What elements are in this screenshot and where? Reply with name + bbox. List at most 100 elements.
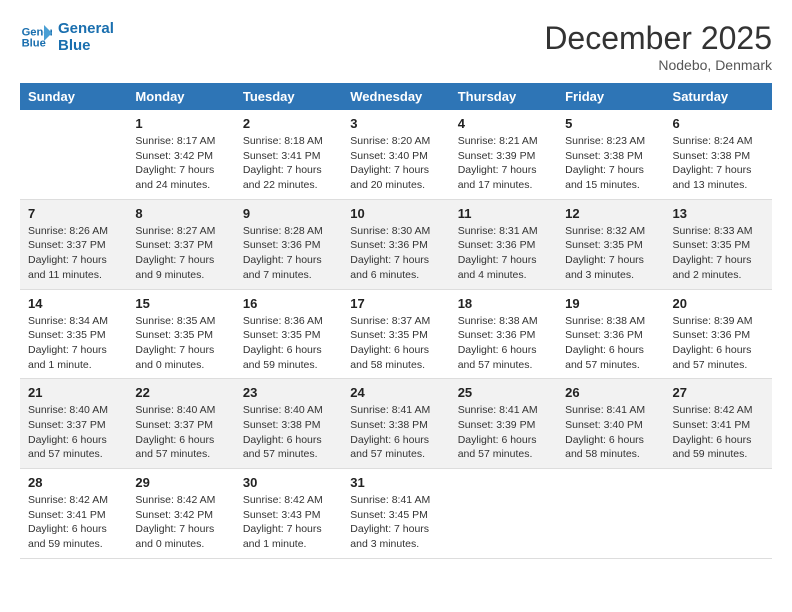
calendar-cell: 31 Sunrise: 8:41 AM Sunset: 3:45 PM Dayli… — [342, 469, 449, 559]
calendar-cell: 12 Sunrise: 8:32 AM Sunset: 3:35 PM Dayli… — [557, 199, 664, 289]
calendar-cell — [20, 110, 127, 199]
calendar-cell: 28 Sunrise: 8:42 AM Sunset: 3:41 PM Dayli… — [20, 469, 127, 559]
day-number: 22 — [135, 385, 226, 400]
weekday-header-monday: Monday — [127, 83, 234, 110]
day-number: 29 — [135, 475, 226, 490]
calendar-cell: 25 Sunrise: 8:41 AM Sunset: 3:39 PM Dayli… — [450, 379, 557, 469]
calendar-week-row: 14 Sunrise: 8:34 AM Sunset: 3:35 PM Dayli… — [20, 289, 772, 379]
day-info: Sunrise: 8:33 AM Sunset: 3:35 PM Dayligh… — [673, 224, 764, 283]
calendar-cell: 3 Sunrise: 8:20 AM Sunset: 3:40 PM Daylig… — [342, 110, 449, 199]
day-number: 5 — [565, 116, 656, 131]
day-number: 3 — [350, 116, 441, 131]
logo-icon: General Blue — [20, 21, 52, 53]
day-number: 7 — [28, 206, 119, 221]
weekday-header-sunday: Sunday — [20, 83, 127, 110]
day-number: 15 — [135, 296, 226, 311]
day-number: 10 — [350, 206, 441, 221]
month-title: December 2025 — [544, 20, 772, 57]
calendar-cell: 15 Sunrise: 8:35 AM Sunset: 3:35 PM Dayli… — [127, 289, 234, 379]
logo: General Blue General Blue — [20, 20, 114, 54]
day-number: 12 — [565, 206, 656, 221]
calendar-week-row: 28 Sunrise: 8:42 AM Sunset: 3:41 PM Dayli… — [20, 469, 772, 559]
day-number: 9 — [243, 206, 334, 221]
day-number: 25 — [458, 385, 549, 400]
day-info: Sunrise: 8:40 AM Sunset: 3:37 PM Dayligh… — [135, 403, 226, 462]
day-number: 8 — [135, 206, 226, 221]
weekday-header-wednesday: Wednesday — [342, 83, 449, 110]
day-info: Sunrise: 8:21 AM Sunset: 3:39 PM Dayligh… — [458, 134, 549, 193]
calendar-week-row: 7 Sunrise: 8:26 AM Sunset: 3:37 PM Daylig… — [20, 199, 772, 289]
calendar-cell: 9 Sunrise: 8:28 AM Sunset: 3:36 PM Daylig… — [235, 199, 342, 289]
day-info: Sunrise: 8:31 AM Sunset: 3:36 PM Dayligh… — [458, 224, 549, 283]
weekday-header-tuesday: Tuesday — [235, 83, 342, 110]
day-info: Sunrise: 8:42 AM Sunset: 3:41 PM Dayligh… — [28, 493, 119, 552]
calendar-cell: 29 Sunrise: 8:42 AM Sunset: 3:42 PM Dayli… — [127, 469, 234, 559]
calendar-cell: 4 Sunrise: 8:21 AM Sunset: 3:39 PM Daylig… — [450, 110, 557, 199]
day-number: 13 — [673, 206, 764, 221]
title-block: December 2025 Nodebo, Denmark — [544, 20, 772, 73]
weekday-header-friday: Friday — [557, 83, 664, 110]
calendar-cell: 19Sunrise: 8:38 AM Sunset: 3:36 PM Dayli… — [557, 289, 664, 379]
calendar-cell: 14 Sunrise: 8:34 AM Sunset: 3:35 PM Dayli… — [20, 289, 127, 379]
day-number: 1 — [135, 116, 226, 131]
calendar-week-row: 21 Sunrise: 8:40 AM Sunset: 3:37 PM Dayli… — [20, 379, 772, 469]
calendar-cell: 1Sunrise: 8:17 AM Sunset: 3:42 PM Daylig… — [127, 110, 234, 199]
day-number: 6 — [673, 116, 764, 131]
calendar-cell: 24Sunrise: 8:41 AM Sunset: 3:38 PM Dayli… — [342, 379, 449, 469]
calendar-cell: 27Sunrise: 8:42 AM Sunset: 3:41 PM Dayli… — [665, 379, 772, 469]
day-number: 11 — [458, 206, 549, 221]
calendar-cell: 16Sunrise: 8:36 AM Sunset: 3:35 PM Dayli… — [235, 289, 342, 379]
day-info: Sunrise: 8:41 AM Sunset: 3:38 PM Dayligh… — [350, 403, 441, 462]
location: Nodebo, Denmark — [544, 57, 772, 73]
calendar-header-row: SundayMondayTuesdayWednesdayThursdayFrid… — [20, 83, 772, 110]
day-info: Sunrise: 8:26 AM Sunset: 3:37 PM Dayligh… — [28, 224, 119, 283]
day-info: Sunrise: 8:38 AM Sunset: 3:36 PM Dayligh… — [458, 314, 549, 373]
day-number: 18 — [458, 296, 549, 311]
day-info: Sunrise: 8:41 AM Sunset: 3:39 PM Dayligh… — [458, 403, 549, 462]
day-info: Sunrise: 8:35 AM Sunset: 3:35 PM Dayligh… — [135, 314, 226, 373]
day-info: Sunrise: 8:36 AM Sunset: 3:35 PM Dayligh… — [243, 314, 334, 373]
calendar-cell: 26 Sunrise: 8:41 AM Sunset: 3:40 PM Dayli… — [557, 379, 664, 469]
day-info: Sunrise: 8:40 AM Sunset: 3:37 PM Dayligh… — [28, 403, 119, 462]
day-number: 26 — [565, 385, 656, 400]
day-info: Sunrise: 8:18 AM Sunset: 3:41 PM Dayligh… — [243, 134, 334, 193]
day-number: 23 — [243, 385, 334, 400]
day-info: Sunrise: 8:32 AM Sunset: 3:35 PM Dayligh… — [565, 224, 656, 283]
day-info: Sunrise: 8:27 AM Sunset: 3:37 PM Dayligh… — [135, 224, 226, 283]
page-header: General Blue General Blue December 2025 … — [20, 20, 772, 73]
calendar-table: SundayMondayTuesdayWednesdayThursdayFrid… — [20, 83, 772, 559]
calendar-cell: 2Sunrise: 8:18 AM Sunset: 3:41 PM Daylig… — [235, 110, 342, 199]
day-info: Sunrise: 8:20 AM Sunset: 3:40 PM Dayligh… — [350, 134, 441, 193]
day-info: Sunrise: 8:41 AM Sunset: 3:45 PM Dayligh… — [350, 493, 441, 552]
calendar-cell — [450, 469, 557, 559]
weekday-header-saturday: Saturday — [665, 83, 772, 110]
day-info: Sunrise: 8:38 AM Sunset: 3:36 PM Dayligh… — [565, 314, 656, 373]
day-info: Sunrise: 8:34 AM Sunset: 3:35 PM Dayligh… — [28, 314, 119, 373]
day-number: 14 — [28, 296, 119, 311]
calendar-cell: 6 Sunrise: 8:24 AM Sunset: 3:38 PM Daylig… — [665, 110, 772, 199]
calendar-cell: 13 Sunrise: 8:33 AM Sunset: 3:35 PM Dayli… — [665, 199, 772, 289]
weekday-header-thursday: Thursday — [450, 83, 557, 110]
calendar-cell: 8 Sunrise: 8:27 AM Sunset: 3:37 PM Daylig… — [127, 199, 234, 289]
day-info: Sunrise: 8:28 AM Sunset: 3:36 PM Dayligh… — [243, 224, 334, 283]
calendar-cell: 21 Sunrise: 8:40 AM Sunset: 3:37 PM Dayli… — [20, 379, 127, 469]
day-info: Sunrise: 8:24 AM Sunset: 3:38 PM Dayligh… — [673, 134, 764, 193]
day-info: Sunrise: 8:30 AM Sunset: 3:36 PM Dayligh… — [350, 224, 441, 283]
calendar-cell: 22 Sunrise: 8:40 AM Sunset: 3:37 PM Dayli… — [127, 379, 234, 469]
day-number: 20 — [673, 296, 764, 311]
calendar-cell — [557, 469, 664, 559]
calendar-cell: 10 Sunrise: 8:30 AM Sunset: 3:36 PM Dayli… — [342, 199, 449, 289]
day-number: 28 — [28, 475, 119, 490]
day-info: Sunrise: 8:42 AM Sunset: 3:42 PM Dayligh… — [135, 493, 226, 552]
calendar-body: 1Sunrise: 8:17 AM Sunset: 3:42 PM Daylig… — [20, 110, 772, 558]
logo-line1: General — [58, 20, 114, 37]
calendar-cell: 17Sunrise: 8:37 AM Sunset: 3:35 PM Dayli… — [342, 289, 449, 379]
calendar-cell: 18 Sunrise: 8:38 AM Sunset: 3:36 PM Dayli… — [450, 289, 557, 379]
day-number: 31 — [350, 475, 441, 490]
day-number: 4 — [458, 116, 549, 131]
day-number: 21 — [28, 385, 119, 400]
day-info: Sunrise: 8:23 AM Sunset: 3:38 PM Dayligh… — [565, 134, 656, 193]
calendar-cell: 11 Sunrise: 8:31 AM Sunset: 3:36 PM Dayli… — [450, 199, 557, 289]
day-info: Sunrise: 8:41 AM Sunset: 3:40 PM Dayligh… — [565, 403, 656, 462]
calendar-cell: 5 Sunrise: 8:23 AM Sunset: 3:38 PM Daylig… — [557, 110, 664, 199]
